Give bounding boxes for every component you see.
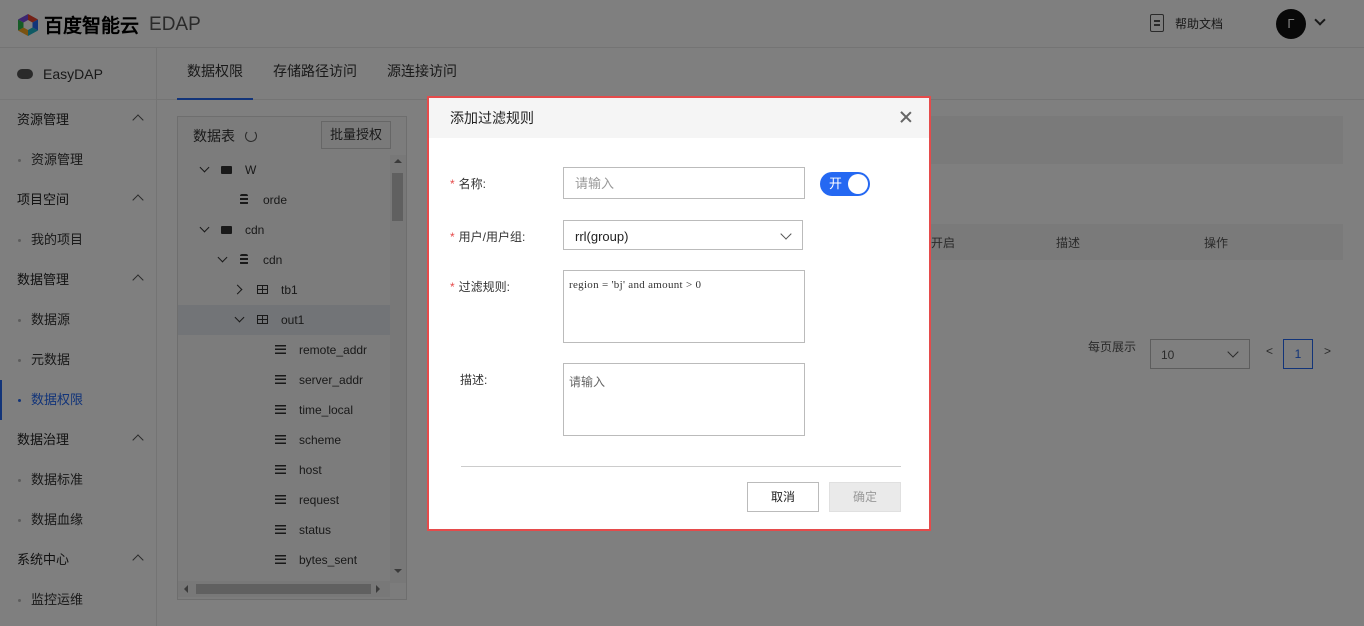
confirm-button[interactable]: 确定 — [829, 482, 901, 512]
description-placeholder: 请输入 — [569, 375, 606, 389]
filter-rule-value: region = 'bj' and amount > 0 — [569, 279, 702, 291]
dialog-header: 添加过滤规则 — [429, 98, 929, 138]
user-group-label-text: 用户/用户组: — [458, 230, 526, 244]
toggle-label: 开 — [829, 176, 843, 191]
name-field[interactable] — [563, 167, 805, 199]
filter-rule-textarea[interactable]: region = 'bj' and amount > 0 — [563, 270, 805, 343]
required-marker: * — [450, 230, 455, 244]
add-filter-rule-dialog: 添加过滤规则 *名称: 开 *用户/用户组: rrl(group) *过滤规则:… — [427, 96, 931, 531]
filter-rule-label: * 过滤规则: — [450, 278, 510, 295]
user-group-label: * 用户/用户组: — [450, 228, 525, 245]
name-label: * 名称: — [450, 175, 486, 192]
close-icon[interactable] — [897, 108, 915, 126]
enable-toggle[interactable]: 开 — [820, 172, 870, 196]
dialog-divider — [461, 466, 901, 467]
cancel-button[interactable]: 取消 — [747, 482, 819, 512]
name-input[interactable] — [564, 168, 804, 198]
filter-rule-label-text: 过滤规则: — [458, 280, 511, 294]
user-group-value: rrl(group) — [575, 229, 629, 244]
description-textarea[interactable]: 请输入 — [563, 363, 805, 436]
required-marker: * — [450, 177, 455, 191]
toggle-knob — [848, 174, 868, 194]
required-marker: * — [450, 280, 455, 294]
dialog-title: 添加过滤规则 — [450, 110, 534, 126]
description-label: 描述: — [460, 373, 488, 387]
name-label-text: 名称: — [458, 177, 487, 191]
user-group-select[interactable]: rrl(group) — [563, 220, 803, 250]
chevron-down-icon — [780, 228, 792, 240]
